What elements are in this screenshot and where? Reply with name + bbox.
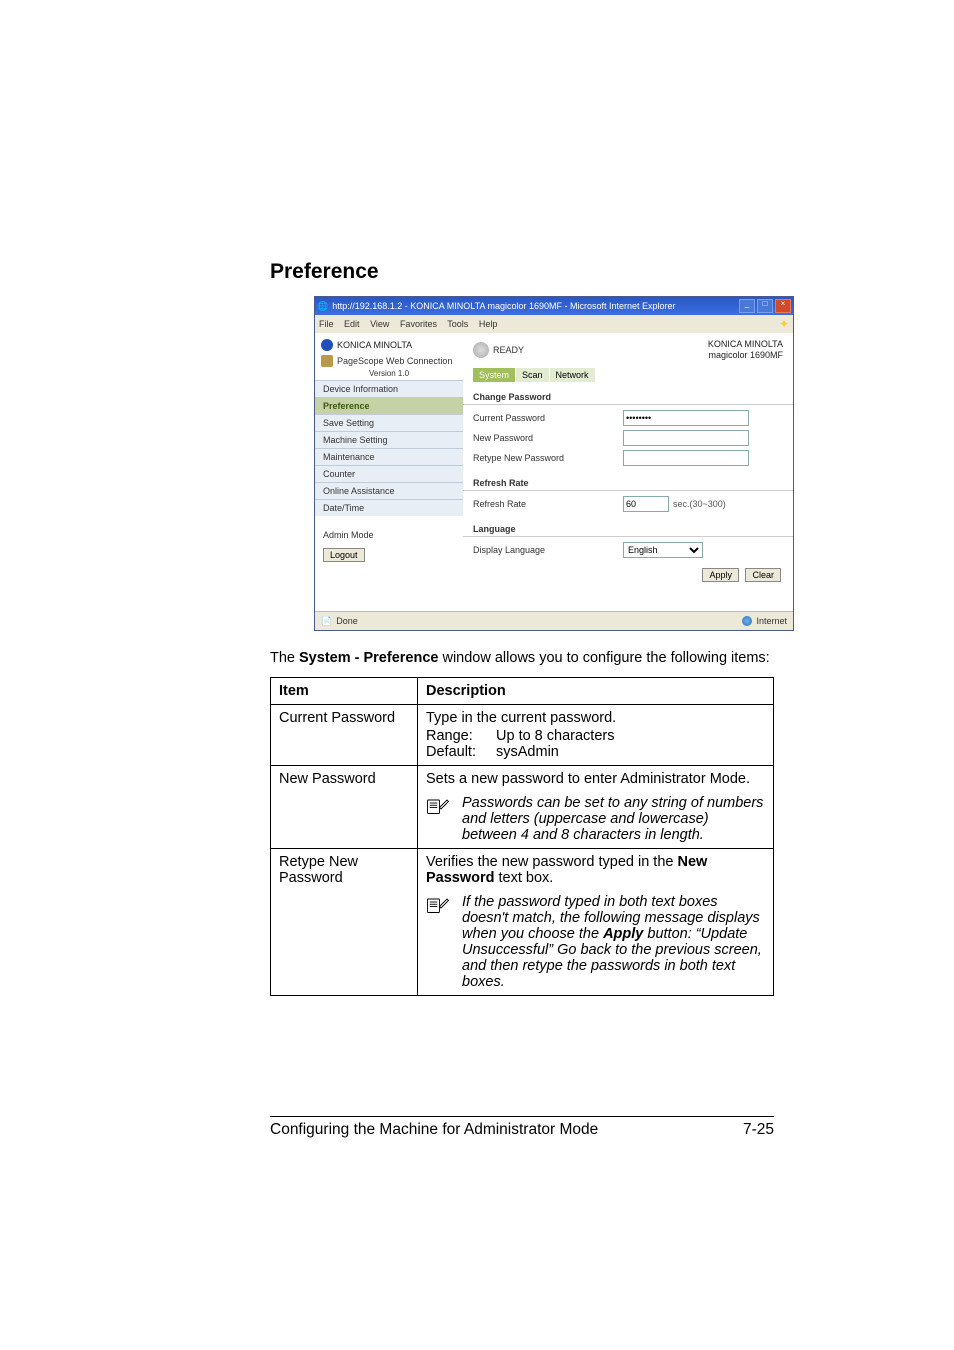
menu-edit[interactable]: Edit — [344, 319, 360, 329]
tab-system[interactable]: System — [473, 368, 515, 382]
ie-menubar: File Edit View Favorites Tools Help ✦ — [315, 315, 793, 333]
new-password-field[interactable] — [623, 430, 749, 446]
note-icon — [426, 896, 450, 918]
spec-value-default: sysAdmin — [496, 744, 559, 760]
menu-view[interactable]: View — [370, 319, 389, 329]
note-text: If the password typed in both text boxes… — [462, 894, 765, 990]
cell-item-new-password: New Password — [271, 765, 418, 848]
logout-button[interactable]: Logout — [323, 548, 365, 562]
sidebar-item-machine-setting[interactable]: Machine Setting — [315, 431, 463, 448]
cell-desc-retype-password: Verifies the new password typed in the N… — [418, 848, 774, 995]
status-model: magicolor 1690MF — [708, 350, 783, 361]
intro-paragraph: The System - Preference window allows yo… — [270, 649, 774, 669]
menu-favorites[interactable]: Favorites — [400, 319, 437, 329]
internet-zone-icon — [742, 616, 752, 626]
section-change-password: Change Password — [463, 388, 793, 405]
sidebar: KONICA MINOLTA PageScope Web Connection … — [315, 333, 463, 611]
minimize-icon[interactable]: _ — [739, 299, 755, 313]
refresh-rate-unit: sec.(30~300) — [673, 499, 726, 509]
desc-text: Verifies the new password typed in the N… — [426, 854, 765, 886]
status-bar-internet: Internet — [756, 616, 787, 626]
config-table: Item Description Current Password Type i… — [270, 677, 774, 996]
close-icon[interactable]: × — [775, 299, 791, 313]
status-ready: READY — [493, 345, 524, 355]
col-header-item: Item — [271, 677, 418, 704]
table-row: Retype New Password Verifies the new pas… — [271, 848, 774, 995]
note-icon — [426, 797, 450, 819]
retype-password-field[interactable] — [623, 450, 749, 466]
brand-logo-icon — [321, 339, 333, 351]
brand-text: KONICA MINOLTA — [337, 340, 412, 350]
tab-scan[interactable]: Scan — [516, 368, 549, 382]
label-display-language: Display Language — [473, 545, 623, 555]
done-icon: 📄 — [321, 616, 332, 627]
label-refresh-rate: Refresh Rate — [473, 499, 623, 509]
status-bar-done: Done — [336, 616, 358, 626]
admin-mode-label: Admin Mode — [315, 516, 463, 544]
sidebar-item-online-assistance[interactable]: Online Assistance — [315, 482, 463, 499]
cell-desc-current-password: Type in the current password. Range:Up t… — [418, 704, 774, 765]
sidebar-item-maintenance[interactable]: Maintenance — [315, 448, 463, 465]
printer-status-icon — [473, 342, 489, 358]
section-refresh-rate: Refresh Rate — [463, 474, 793, 491]
menu-tools[interactable]: Tools — [447, 319, 468, 329]
sidebar-item-preference[interactable]: Preference — [315, 397, 463, 414]
table-row: Current Password Type in the current pas… — [271, 704, 774, 765]
ie-throbber-icon: ✦ — [779, 317, 789, 331]
ie-logo-icon: 🌐 — [317, 301, 328, 312]
sidebar-item-device-info[interactable]: Device Information — [315, 380, 463, 397]
cell-item-current-password: Current Password — [271, 704, 418, 765]
status-company: KONICA MINOLTA — [708, 339, 783, 350]
col-header-description: Description — [418, 677, 774, 704]
refresh-rate-field[interactable] — [623, 496, 669, 512]
footer-right: 7-25 — [743, 1121, 774, 1139]
apply-button[interactable]: Apply — [702, 568, 739, 582]
ie-title-text: http://192.168.1.2 - KONICA MINOLTA magi… — [332, 301, 675, 311]
pagescope-logo-icon — [321, 355, 333, 367]
ie-titlebar: 🌐 http://192.168.1.2 - KONICA MINOLTA ma… — [315, 297, 793, 315]
current-password-field[interactable] — [623, 410, 749, 426]
embedded-screenshot: 🌐 http://192.168.1.2 - KONICA MINOLTA ma… — [314, 296, 794, 631]
maximize-icon[interactable]: □ — [757, 299, 773, 313]
spec-label-range: Range: — [426, 728, 496, 744]
table-row: New Password Sets a new password to ente… — [271, 765, 774, 848]
sidebar-item-save-setting[interactable]: Save Setting — [315, 414, 463, 431]
label-new-password: New Password — [473, 433, 623, 443]
menu-file[interactable]: File — [319, 319, 334, 329]
menu-help[interactable]: Help — [479, 319, 498, 329]
desc-text: Sets a new password to enter Administrat… — [426, 771, 765, 787]
label-retype-password: Retype New Password — [473, 453, 623, 463]
tab-network[interactable]: Network — [550, 368, 595, 382]
footer-left: Configuring the Machine for Administrato… — [270, 1121, 598, 1139]
main-panel: READY KONICA MINOLTA magicolor 1690MF Sy… — [463, 333, 793, 611]
page-service-text: PageScope Web Connection — [337, 356, 452, 366]
brand-row: KONICA MINOLTA — [315, 333, 463, 353]
sidebar-item-date-time[interactable]: Date/Time — [315, 499, 463, 516]
intro-t3: window allows you to configure the follo… — [438, 650, 769, 666]
desc-text: Type in the current password. — [426, 710, 765, 726]
sidebar-item-counter[interactable]: Counter — [315, 465, 463, 482]
display-language-select[interactable]: English — [623, 542, 703, 558]
spec-value-range: Up to 8 characters — [496, 728, 614, 744]
section-language: Language — [463, 520, 793, 537]
spec-label-default: Default: — [426, 744, 496, 760]
intro-t1: The — [270, 650, 299, 666]
note-text: Passwords can be set to any string of nu… — [462, 795, 765, 843]
intro-t2: System - Preference — [299, 650, 438, 666]
page-footer: Configuring the Machine for Administrato… — [270, 1116, 774, 1139]
page-service-row: PageScope Web Connection — [315, 353, 463, 369]
version-label: Version 1.0 — [315, 369, 463, 380]
cell-item-retype-password: Retype New Password — [271, 848, 418, 995]
label-current-password: Current Password — [473, 413, 623, 423]
page-heading: Preference — [270, 260, 774, 284]
cell-desc-new-password: Sets a new password to enter Administrat… — [418, 765, 774, 848]
ie-status-bar: 📄 Done Internet — [315, 611, 793, 630]
clear-button[interactable]: Clear — [745, 568, 781, 582]
